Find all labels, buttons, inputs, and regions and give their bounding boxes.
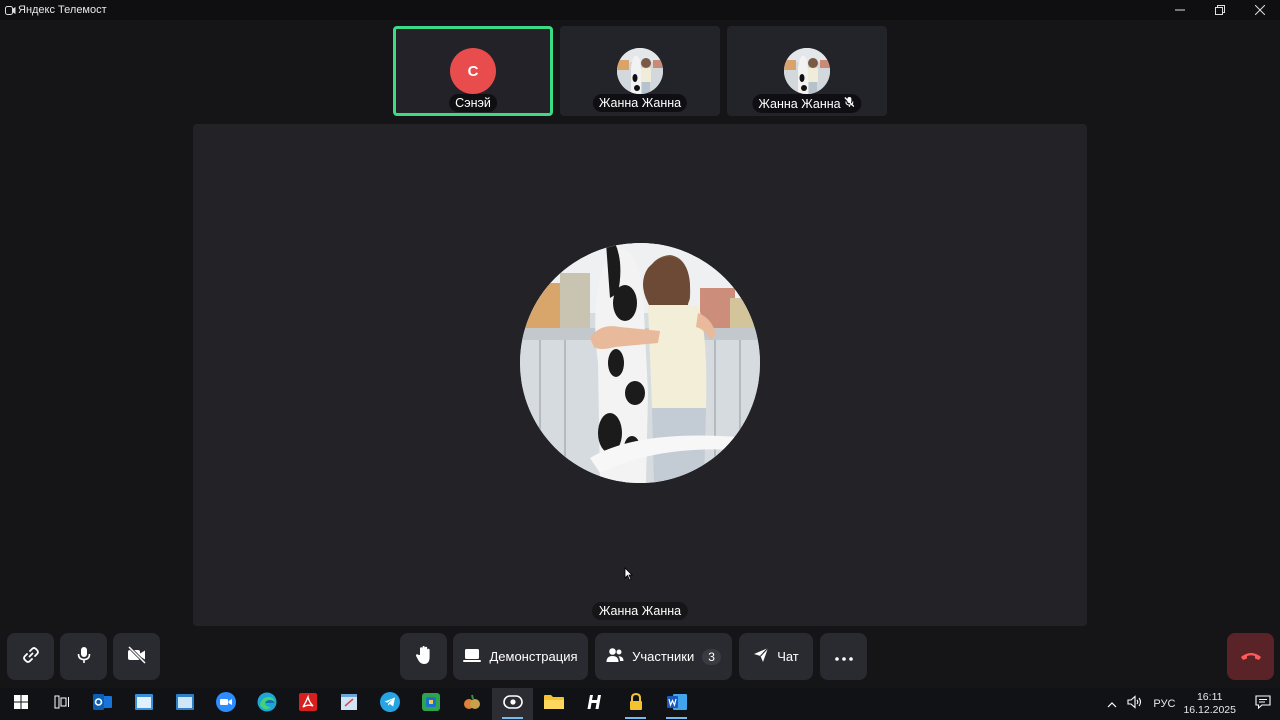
word-icon xyxy=(666,693,687,716)
taskbar-app-window[interactable] xyxy=(123,688,164,720)
title-bar: Яндекс Телемост xyxy=(0,0,1280,20)
hand-icon xyxy=(415,645,433,668)
raise-hand-button[interactable] xyxy=(400,633,447,680)
send-icon xyxy=(753,647,769,666)
telegram-icon xyxy=(379,691,400,717)
minimize-button[interactable] xyxy=(1160,0,1200,20)
mouse-cursor-icon xyxy=(624,567,633,586)
participants-label: Участники xyxy=(632,649,695,664)
app-fruit-icon xyxy=(463,693,481,716)
chat-button[interactable]: Чат xyxy=(739,633,813,680)
taskbar-app-green[interactable] xyxy=(410,688,451,720)
window-app-icon xyxy=(134,693,153,715)
participant-name: Сэнэй xyxy=(449,94,497,112)
telemost-taskbar-icon xyxy=(502,694,523,714)
mic-muted-icon xyxy=(844,96,856,111)
show-hidden-icons-button[interactable] xyxy=(1101,688,1123,720)
participant-tile-zhanna-muted[interactable]: Жанна Жанна xyxy=(727,26,887,116)
microphone-button[interactable] xyxy=(60,633,107,680)
participants-button[interactable]: Участники 3 xyxy=(595,633,732,680)
taskbar-acrobat[interactable] xyxy=(287,688,328,720)
windows-start-button[interactable] xyxy=(0,688,41,720)
more-options-button[interactable] xyxy=(820,633,867,680)
microphone-icon xyxy=(76,646,92,667)
app-green-icon xyxy=(421,692,440,716)
screen-share-button[interactable]: Демонстрация xyxy=(453,633,588,680)
taskbar-clock[interactable]: 16:11 16.12.2025 xyxy=(1183,691,1236,717)
leave-call-button[interactable] xyxy=(1227,633,1274,680)
taskbar-word[interactable] xyxy=(656,688,697,720)
zoom-icon xyxy=(215,691,236,717)
taskbar-file-explorer[interactable] xyxy=(533,688,574,720)
notifications-button[interactable] xyxy=(1246,688,1280,720)
edge-icon xyxy=(257,692,277,717)
taskbar-telemost[interactable] xyxy=(492,688,533,720)
task-view-icon xyxy=(54,695,70,714)
pdf-reader-icon xyxy=(298,692,317,716)
telemost-app-icon xyxy=(4,4,16,16)
screen-share-icon xyxy=(463,648,482,666)
notification-icon xyxy=(1255,694,1271,714)
taskbar-app-lock[interactable] xyxy=(615,688,656,720)
phone-hangup-icon xyxy=(1240,648,1262,666)
notepad-icon xyxy=(340,693,358,716)
input-language[interactable]: РУС xyxy=(1153,698,1175,710)
camera-button[interactable] xyxy=(113,633,160,680)
speaker-icon xyxy=(1127,694,1143,714)
window-app-icon xyxy=(175,693,194,715)
participant-name-text: Жанна Жанна xyxy=(598,96,682,110)
copy-link-button[interactable] xyxy=(7,633,54,680)
more-dots-icon xyxy=(834,649,853,664)
taskbar-notepad-app[interactable] xyxy=(328,688,369,720)
speaker-name-label: Жанна Жанна xyxy=(591,602,689,620)
clock-date: 16.12.2025 xyxy=(1183,704,1236,716)
participant-name-text: Сэнэй xyxy=(455,96,491,110)
avatar-letter: С xyxy=(450,48,496,94)
restore-button[interactable] xyxy=(1200,0,1240,20)
participant-name-text: Жанна Жанна xyxy=(758,96,841,111)
windows-logo-icon xyxy=(13,694,28,714)
chat-label: Чат xyxy=(777,649,799,664)
close-window-button[interactable] xyxy=(1240,0,1280,20)
system-tray: РУС 16:11 16.12.2025 xyxy=(1101,688,1280,720)
taskbar-zoom[interactable] xyxy=(205,688,246,720)
volume-button[interactable] xyxy=(1123,688,1147,720)
participants-count-badge: 3 xyxy=(702,648,721,665)
windows-taskbar: РУС 16:11 16.12.2025 xyxy=(0,688,1280,720)
participant-tile-zhanna[interactable]: Жанна Жанна xyxy=(560,26,720,116)
folder-icon xyxy=(543,694,564,715)
taskbar-app-window-2[interactable] xyxy=(164,688,205,720)
participant-tile-sensei[interactable]: С Сэнэй xyxy=(393,26,553,116)
taskbar-telegram[interactable] xyxy=(369,688,410,720)
taskbar-edge[interactable] xyxy=(246,688,287,720)
avatar-photo xyxy=(784,48,830,94)
screen-share-label: Демонстрация xyxy=(489,649,578,664)
app-h-icon xyxy=(587,694,603,715)
avatar-photo xyxy=(617,48,663,94)
participant-name: Жанна Жанна xyxy=(592,94,688,112)
taskbar-outlook[interactable] xyxy=(82,688,123,720)
chevron-up-icon xyxy=(1107,695,1117,713)
taskbar-app-fruit[interactable] xyxy=(451,688,492,720)
task-view-button[interactable] xyxy=(41,688,82,720)
taskbar-app-h[interactable] xyxy=(574,688,615,720)
window-title: Яндекс Телемост xyxy=(18,4,107,16)
outlook-icon xyxy=(92,693,113,716)
people-icon xyxy=(606,647,624,666)
link-icon xyxy=(22,646,40,667)
main-video-stage[interactable]: Жанна Жанна xyxy=(193,124,1087,626)
clock-time: 16:11 xyxy=(1196,691,1223,703)
lock-app-icon xyxy=(628,692,644,716)
participant-name: Жанна Жанна xyxy=(752,94,862,113)
camera-off-icon xyxy=(127,645,147,667)
speaker-avatar-photo xyxy=(520,243,760,483)
